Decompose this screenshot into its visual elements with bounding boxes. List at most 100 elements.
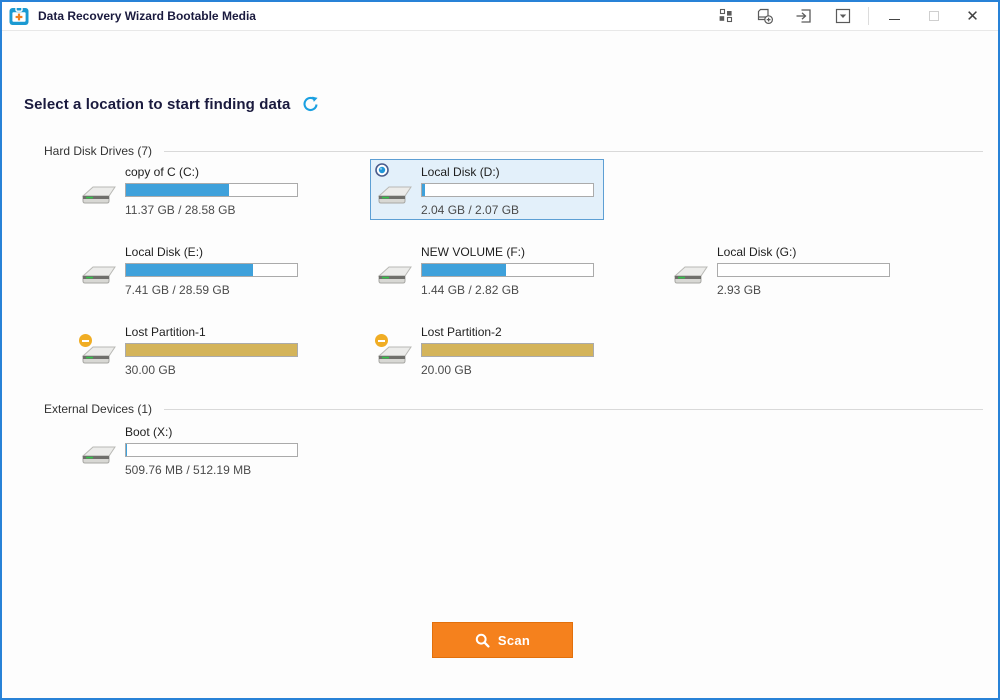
drive-usage-fill <box>126 184 229 196</box>
external-devices-grid: Boot (X:) 509.76 MB / 512.19 MB <box>50 418 938 498</box>
drive-info: NEW VOLUME (F:) 1.44 GB / 2.82 GB <box>421 240 603 299</box>
drive-icon-column <box>75 240 125 299</box>
tiles-icon <box>718 8 734 24</box>
hard-drive-icon <box>81 262 119 290</box>
drive-info: Local Disk (G:) 2.93 GB <box>717 240 899 299</box>
lost-partition-badge-icon <box>375 334 388 347</box>
drive-size: 11.37 GB / 28.58 GB <box>125 203 298 217</box>
minimize-button[interactable] <box>875 3 914 30</box>
drive-card[interactable]: NEW VOLUME (F:) 1.44 GB / 2.82 GB <box>370 239 604 300</box>
drive-size: 20.00 GB <box>421 363 594 377</box>
drive-usage-bar <box>421 343 594 357</box>
app-logo-icon <box>8 5 30 27</box>
drive-usage-bar <box>421 183 594 197</box>
search-icon <box>475 633 490 648</box>
drive-cell: Local Disk (D:) 2.04 GB / 2.07 GB <box>346 158 642 238</box>
drive-card[interactable]: Local Disk (E:) 7.41 GB / 28.59 GB <box>74 239 308 300</box>
drive-icon-column <box>371 240 421 299</box>
hard-drive-icon <box>81 182 119 210</box>
drive-usage-bar <box>717 263 890 277</box>
load-driver-button[interactable] <box>745 3 784 30</box>
drive-icon-column <box>75 160 125 219</box>
drive-icon-column <box>75 420 125 479</box>
drive-icon-column <box>667 240 717 299</box>
lost-partition-badge-icon <box>79 334 92 347</box>
drive-name: Local Disk (G:) <box>717 245 890 259</box>
drive-size: 2.93 GB <box>717 283 890 297</box>
hard-drive-icon <box>673 262 711 290</box>
window-title: Data Recovery Wizard Bootable Media <box>38 9 256 23</box>
drive-usage-fill <box>422 264 506 276</box>
drive-info: Local Disk (D:) 2.04 GB / 2.07 GB <box>421 160 603 219</box>
drive-usage-fill <box>126 444 127 456</box>
section-divider <box>164 409 983 410</box>
hard-disk-grid: copy of C (C:) 11.37 GB / 28.58 GB <box>50 158 938 398</box>
drive-size: 1.44 GB / 2.82 GB <box>421 283 594 297</box>
drive-cell: Local Disk (G:) 2.93 GB <box>642 238 938 318</box>
titlebar-separator <box>868 7 869 25</box>
dropdown-box-icon <box>834 7 852 25</box>
app-window: Data Recovery Wizard Bootable Media <box>0 0 1000 700</box>
refresh-icon[interactable] <box>302 96 319 113</box>
hard-drive-icon <box>81 442 119 470</box>
drive-usage-fill <box>422 184 425 196</box>
drive-usage-bar <box>125 443 298 457</box>
drive-card[interactable]: Lost Partition-2 20.00 GB <box>370 319 604 380</box>
drive-size: 30.00 GB <box>125 363 298 377</box>
drive-cell: Local Disk (E:) 7.41 GB / 28.59 GB <box>50 238 346 318</box>
drive-name: Lost Partition-2 <box>421 325 594 339</box>
drive-icon-column <box>75 320 125 379</box>
drive-name: Local Disk (E:) <box>125 245 298 259</box>
minimize-icon <box>889 19 900 20</box>
drive-usage-bar <box>125 263 298 277</box>
drive-icon-column <box>371 320 421 379</box>
section-divider <box>164 151 983 152</box>
drive-usage-bar <box>421 263 594 277</box>
drive-cell: Lost Partition-1 30.00 GB <box>50 318 346 398</box>
import-arrow-icon <box>795 7 813 25</box>
drive-card[interactable]: Local Disk (D:) 2.04 GB / 2.07 GB <box>370 159 604 220</box>
drive-name: Boot (X:) <box>125 425 298 439</box>
drive-size: 7.41 GB / 28.59 GB <box>125 283 298 297</box>
drive-info: Lost Partition-1 30.00 GB <box>125 320 307 379</box>
drive-name: NEW VOLUME (F:) <box>421 245 594 259</box>
drive-card[interactable]: Boot (X:) 509.76 MB / 512.19 MB <box>74 419 308 480</box>
drive-name: copy of C (C:) <box>125 165 298 179</box>
language-button[interactable] <box>706 3 745 30</box>
drive-cell: Boot (X:) 509.76 MB / 512.19 MB <box>50 418 346 498</box>
drive-name: Local Disk (D:) <box>421 165 594 179</box>
drive-cell: Lost Partition-2 20.00 GB <box>346 318 642 398</box>
drive-icon-column <box>371 160 421 219</box>
drive-info: copy of C (C:) 11.37 GB / 28.58 GB <box>125 160 307 219</box>
drive-card[interactable]: Lost Partition-1 30.00 GB <box>74 319 308 380</box>
hard-drive-icon <box>377 262 415 290</box>
close-icon: ✕ <box>966 9 979 24</box>
hard-drive-icon <box>377 182 415 210</box>
drive-usage-bar <box>125 183 298 197</box>
drive-name: Lost Partition-1 <box>125 325 298 339</box>
titlebar: Data Recovery Wizard Bootable Media <box>2 2 998 31</box>
drive-cell: NEW VOLUME (F:) 1.44 GB / 2.82 GB <box>346 238 642 318</box>
drive-info: Boot (X:) 509.76 MB / 512.19 MB <box>125 420 307 479</box>
drive-usage-fill <box>126 264 253 276</box>
maximize-button[interactable] <box>914 3 953 30</box>
drive-usage-fill <box>422 344 593 356</box>
section-external-devices: External Devices (1) <box>44 402 983 416</box>
menu-button[interactable] <box>823 3 862 30</box>
device-plus-icon <box>756 7 774 25</box>
maximize-icon <box>929 11 939 21</box>
section-hard-disk-drives: Hard Disk Drives (7) <box>44 144 983 158</box>
import-button[interactable] <box>784 3 823 30</box>
drive-info: Local Disk (E:) 7.41 GB / 28.59 GB <box>125 240 307 299</box>
section-label: Hard Disk Drives (7) <box>44 144 152 158</box>
close-button[interactable]: ✕ <box>953 3 992 30</box>
scan-button[interactable]: Scan <box>432 622 573 658</box>
drive-size: 2.04 GB / 2.07 GB <box>421 203 594 217</box>
drive-card[interactable]: Local Disk (G:) 2.93 GB <box>666 239 900 300</box>
drive-cell: copy of C (C:) 11.37 GB / 28.58 GB <box>50 158 346 238</box>
drive-usage-bar <box>125 343 298 357</box>
drive-card[interactable]: copy of C (C:) 11.37 GB / 28.58 GB <box>74 159 308 220</box>
section-label: External Devices (1) <box>44 402 152 416</box>
drive-size: 509.76 MB / 512.19 MB <box>125 463 298 477</box>
drive-info: Lost Partition-2 20.00 GB <box>421 320 603 379</box>
